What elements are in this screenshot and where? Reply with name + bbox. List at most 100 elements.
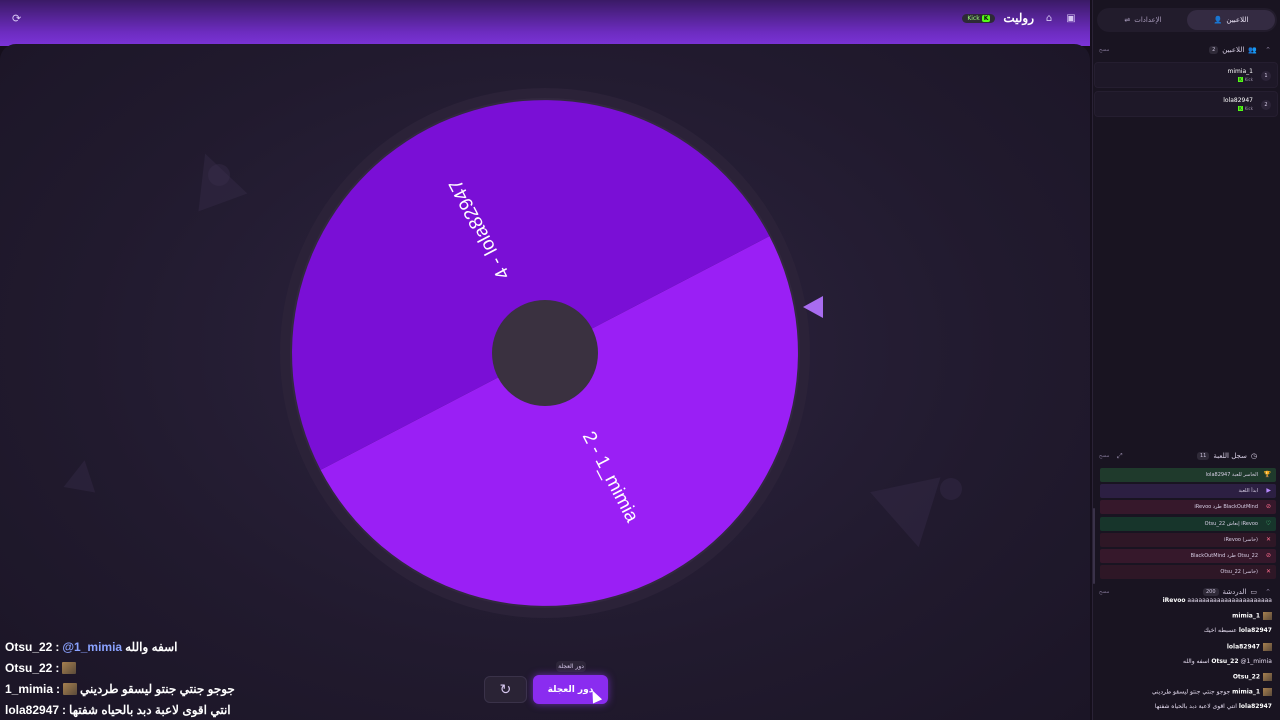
chat-text: عسبطه اخيك — [1203, 627, 1237, 635]
emote-image — [62, 661, 77, 674]
chat-username: lola82947 — [1238, 627, 1272, 635]
sidebar-tabs: ⇌ الإعدادات 👤 اللاعبين — [1097, 8, 1277, 32]
separator: : — [56, 681, 61, 696]
chat-username: mimia_1 — [1232, 688, 1260, 696]
chat-scrollbar[interactable] — [1093, 508, 1095, 584]
player-row[interactable]: mimia_1 K Kick 1 — [1094, 62, 1278, 88]
kick-logo-icon: K — [1238, 106, 1243, 111]
log-count-badge: 11 — [1196, 452, 1210, 460]
refresh-icon[interactable]: ⟳ — [12, 12, 21, 25]
chevron-up-icon[interactable]: ⌃ — [1265, 588, 1271, 596]
trophy-icon: 🏆 — [1263, 471, 1271, 478]
wheel-hub — [492, 300, 598, 406]
log-entry-text: lola82947 الخاسر للعبة — [1205, 472, 1258, 478]
chat-text: انتي اقوى لاعبة دبد بالحياه شفتها — [1154, 703, 1237, 711]
home-icon[interactable]: ⌂ — [1042, 11, 1056, 25]
log-entry: Otsu_22 إنعاش iRevoo ♡ — [1100, 516, 1276, 531]
chat-text: جوجو جنتي جنتو ليسقو طرديني — [1151, 688, 1231, 696]
app-title: رولیت — [1003, 11, 1034, 25]
users-icon: 👤 — [1213, 16, 1223, 24]
chat-username: Otsu_22 — [1232, 673, 1260, 681]
chat-bubble-icon: ▭ — [1250, 588, 1257, 596]
players-section-header: مسح 👥 اللاعبين 2 ⌃ — [1093, 44, 1280, 58]
x-icon: ✕ — [1265, 535, 1271, 543]
log-entry: lola82947 الخاسر للعبة 🏆 — [1100, 468, 1276, 482]
chevron-up-icon[interactable]: ⌃ — [1265, 46, 1271, 54]
top-bar: ⟳ ▣ ⌂ رولیت K Kick — [0, 0, 1090, 46]
reset-button[interactable]: ↻ — [484, 676, 527, 703]
chat-username: lola82947 — [1238, 703, 1272, 711]
chat-overlay-user: lola82947 — [5, 702, 60, 717]
user-avatar — [1263, 688, 1272, 697]
users-icon: 👥 — [1248, 46, 1257, 54]
emote-image — [63, 682, 78, 695]
player-number: 1 — [1261, 71, 1271, 81]
player-platform-label: Kick — [1244, 106, 1253, 111]
players-section-title: اللاعبين — [1222, 46, 1245, 54]
spin-tooltip: دور العجلة — [556, 661, 586, 672]
expand-icon[interactable]: ⤢ — [1117, 452, 1123, 461]
kick-badge-label: Kick — [967, 14, 980, 22]
play-icon: ▶ — [1266, 487, 1271, 495]
wheel-graphic: 2 - 1_mimia4 - lola82947 — [280, 88, 810, 618]
chat-overlay-user: Otsu_22 — [5, 639, 53, 654]
log-entry-text: iRevoo طرد BlackOutMind — [1194, 504, 1258, 511]
kick-logo-icon: K — [1238, 77, 1243, 82]
log-section-title: سجل اللعبة — [1213, 452, 1247, 460]
save-icon[interactable]: ▣ — [1064, 11, 1078, 25]
log-entry: iRevoo (خاسر) ✕ — [1100, 532, 1276, 547]
tab-settings[interactable]: ⇌ الإعدادات — [1099, 10, 1187, 30]
chat-overlay-text: جوجو جنتي جنتو ليسقو طرديني — [80, 681, 235, 696]
clock-icon: ◷ — [1250, 452, 1257, 460]
chat-count-badge: 200 — [1202, 588, 1219, 596]
chat-username: iRevoo — [1162, 597, 1186, 604]
log-entry-text: Otsu_22 (خاسر) — [1220, 569, 1258, 576]
chat-text: aaaaaaaaaaaaaaaaaaaaaaa — [1187, 597, 1272, 604]
roulette-wheel[interactable]: 2 - 1_mimia 4 - lola82947 — [280, 88, 810, 618]
chat-overlay-mention: @1_mimia — [62, 639, 123, 654]
player-platform: K Kick — [1238, 106, 1253, 111]
reset-icon: ↻ — [499, 681, 512, 698]
chat-overlay-user: Otsu_22 — [5, 660, 53, 675]
wheel-pointer-icon — [803, 296, 823, 318]
chat-overlay-text: انتي اقوى لاعبة دبد بالحياه شفتها — [69, 702, 231, 717]
tab-settings-label: الإعدادات — [1134, 16, 1162, 24]
x-icon: ✕ — [1265, 568, 1271, 576]
players-clear-button[interactable]: مسح — [1099, 47, 1109, 53]
top-bar-right: ▣ ⌂ رولیت K Kick — [962, 11, 1078, 25]
sliders-icon: ⇌ — [1124, 16, 1131, 24]
separator: : — [55, 639, 60, 654]
chat-message: Otsu_22 @1_mimia اسفه والله — [1094, 658, 1276, 673]
kick-icon: ⊘ — [1265, 552, 1271, 559]
player-platform: K Kick — [1238, 77, 1253, 82]
chat-message: Otsu_22 — [1094, 673, 1276, 688]
kick-badge: K Kick — [962, 13, 996, 23]
chat-username: Otsu_22 — [1211, 657, 1239, 665]
chat-overlay-user: 1_mimia — [5, 681, 54, 696]
player-name: lola82947 — [1223, 97, 1253, 104]
chat-message: iRevoo aaaaaaaaaaaaaaaaaaaaaaa — [1094, 597, 1276, 612]
chat-message: mimia_1 جوجو جنتي جنتو ليسقو طرديني — [1094, 688, 1276, 703]
log-entry-text: ابدأ اللعبة — [1238, 488, 1258, 495]
chat-message: lola82947 — [1094, 642, 1276, 658]
log-entry-text: Otsu_22 إنعاش iRevoo — [1204, 520, 1258, 527]
log-entry: Otsu_22 (خاسر) ✕ — [1100, 565, 1276, 580]
decorative-triangle — [63, 457, 101, 493]
player-row[interactable]: lola82947 K Kick 2 — [1094, 91, 1278, 117]
tab-players-label: اللاعبين — [1226, 16, 1249, 24]
log-clear-button[interactable]: مسح — [1099, 453, 1109, 459]
log-section-header: مسح ⤢ ◷ سجل اللعبة 11 — [1093, 450, 1280, 464]
chat-section-title: الدردشة — [1222, 588, 1247, 596]
chat-message: lola82947 عسبطه اخيك — [1094, 627, 1276, 642]
user-avatar — [1263, 612, 1272, 621]
shield-icon: ♡ — [1265, 519, 1271, 527]
chat-message: mimia_1 — [1094, 612, 1276, 627]
chat-overlay-message: lola82947 : انتي اقوى لاعبة دبد بالحياه … — [5, 699, 245, 720]
separator: : — [55, 660, 60, 675]
tab-players[interactable]: 👤 اللاعبين — [1187, 10, 1275, 30]
log-entry-text: iRevoo (خاسر) — [1224, 536, 1258, 543]
chat-overlay-message: Otsu_22 : @1_mimia اسفه والله — [5, 636, 245, 657]
user-avatar — [1263, 673, 1272, 681]
chat-clear-button[interactable]: مسح — [1099, 589, 1109, 595]
player-platform-label: Kick — [1244, 77, 1253, 82]
